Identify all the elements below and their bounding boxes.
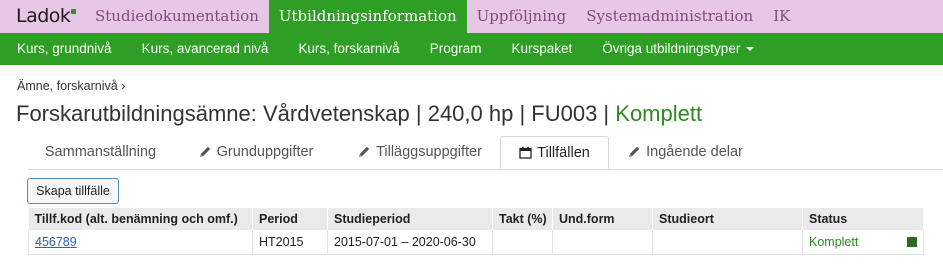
page-title-main: Forskarutbildningsämne: Vårdvetenskap | … xyxy=(16,101,610,126)
breadcrumb-separator: › xyxy=(121,79,126,93)
tab-tillaggsuppgifter-label: Tilläggsuppgifter xyxy=(376,144,482,160)
calendar-icon xyxy=(519,146,532,159)
cell-status: Komplett xyxy=(802,230,924,255)
top-nav-ik[interactable]: IK xyxy=(763,0,800,33)
pencil-icon xyxy=(359,146,370,157)
top-nav-uppfoljning[interactable]: Uppföljning xyxy=(467,0,577,33)
cell-undform xyxy=(552,230,653,255)
status-square-icon xyxy=(907,237,917,247)
page-title-status: Komplett xyxy=(615,101,703,126)
occasions-table: Tillf.kod (alt. benämning och omf.) Peri… xyxy=(28,208,924,255)
top-nav-studiedokumentation[interactable]: Studiedokumentation xyxy=(85,0,269,33)
cell-period: HT2015 xyxy=(252,230,328,255)
cell-takt xyxy=(492,230,553,255)
sub-nav-kurspaket[interactable]: Kurspaket xyxy=(496,33,587,65)
logo-mark-icon xyxy=(71,9,77,14)
sub-nav-kurs-grundniva[interactable]: Kurs, grundnivå xyxy=(2,33,127,65)
top-nav: Studiedokumentation Utbildningsinformati… xyxy=(85,0,800,33)
ladok-logo[interactable]: Ladok xyxy=(16,5,77,27)
column-header-studieort[interactable]: Studieort xyxy=(652,208,803,230)
tab-tillaggsuppgifter[interactable]: Tilläggsuppgifter xyxy=(340,136,500,169)
column-header-tillfkod[interactable]: Tillf.kod (alt. benämning och omf.) xyxy=(28,208,253,230)
status-text: Komplett xyxy=(809,235,859,249)
column-header-studieperiod[interactable]: Studieperiod xyxy=(327,208,493,230)
pencil-icon xyxy=(199,146,210,157)
column-header-undform[interactable]: Und.form xyxy=(552,208,653,230)
pencil-icon xyxy=(629,146,640,157)
sub-nav-ovriga-utbildningstyper[interactable]: Övriga utbildningstyper xyxy=(587,33,769,65)
tab-grunduppgifter[interactable]: Grunduppgifter xyxy=(186,136,326,169)
create-occasion-button[interactable]: Skapa tillfälle xyxy=(27,178,119,204)
tab-ingaende-delar[interactable]: Ingående delar xyxy=(623,136,748,169)
caret-down-icon xyxy=(746,47,755,52)
top-bar: Ladok Studiedokumentation Utbildningsinf… xyxy=(0,0,943,33)
tab-sammanstallning[interactable]: Sammanställning xyxy=(28,136,173,169)
sub-nav-kurs-avancerad-niva[interactable]: Kurs, avancerad nivå xyxy=(127,33,284,65)
tab-tillfallen[interactable]: Tillfällen xyxy=(500,136,609,169)
tab-grunduppgifter-label: Grunduppgifter xyxy=(216,144,314,160)
top-nav-systemadministration[interactable]: Systemadministration xyxy=(576,0,763,33)
column-header-period[interactable]: Period xyxy=(252,208,328,230)
sub-nav: Kurs, grundnivå Kurs, avancerad nivå Kur… xyxy=(0,33,943,65)
cell-studieort xyxy=(652,230,803,255)
tab-sammanstallning-label: Sammanställning xyxy=(44,144,157,160)
logo-text: Ladok xyxy=(16,5,71,27)
tab-tillfallen-label: Tillfällen xyxy=(537,145,590,161)
column-header-status[interactable]: Status xyxy=(802,208,924,230)
column-header-takt[interactable]: Takt (%) xyxy=(492,208,553,230)
sub-nav-ovriga-label: Övriga utbildningstyper xyxy=(602,41,741,56)
sub-nav-kurs-forskarniva[interactable]: Kurs, forskarnivå xyxy=(283,33,414,65)
top-nav-utbildningsinformation[interactable]: Utbildningsinformation xyxy=(268,0,467,33)
tab-ingaende-delar-label: Ingående delar xyxy=(646,144,743,160)
table-header-row: Tillf.kod (alt. benämning och omf.) Peri… xyxy=(28,208,924,230)
cell-code: 456789 xyxy=(28,230,253,255)
breadcrumb: Ämne, forskarnivå › xyxy=(17,79,125,93)
breadcrumb-link[interactable]: Ämne, forskarnivå xyxy=(17,79,118,93)
occasion-code-link[interactable]: 456789 xyxy=(35,235,77,249)
sub-nav-program[interactable]: Program xyxy=(415,33,497,65)
table-row: 456789 HT2015 2015-07-01 – 2020-06-30 Ko… xyxy=(28,230,924,255)
cell-studieperiod: 2015-07-01 – 2020-06-30 xyxy=(327,230,493,255)
page-title: Forskarutbildningsämne: Vårdvetenskap | … xyxy=(16,101,702,127)
tab-bar: Sammanställning Grunduppgifter Tilläggsu… xyxy=(28,136,943,170)
